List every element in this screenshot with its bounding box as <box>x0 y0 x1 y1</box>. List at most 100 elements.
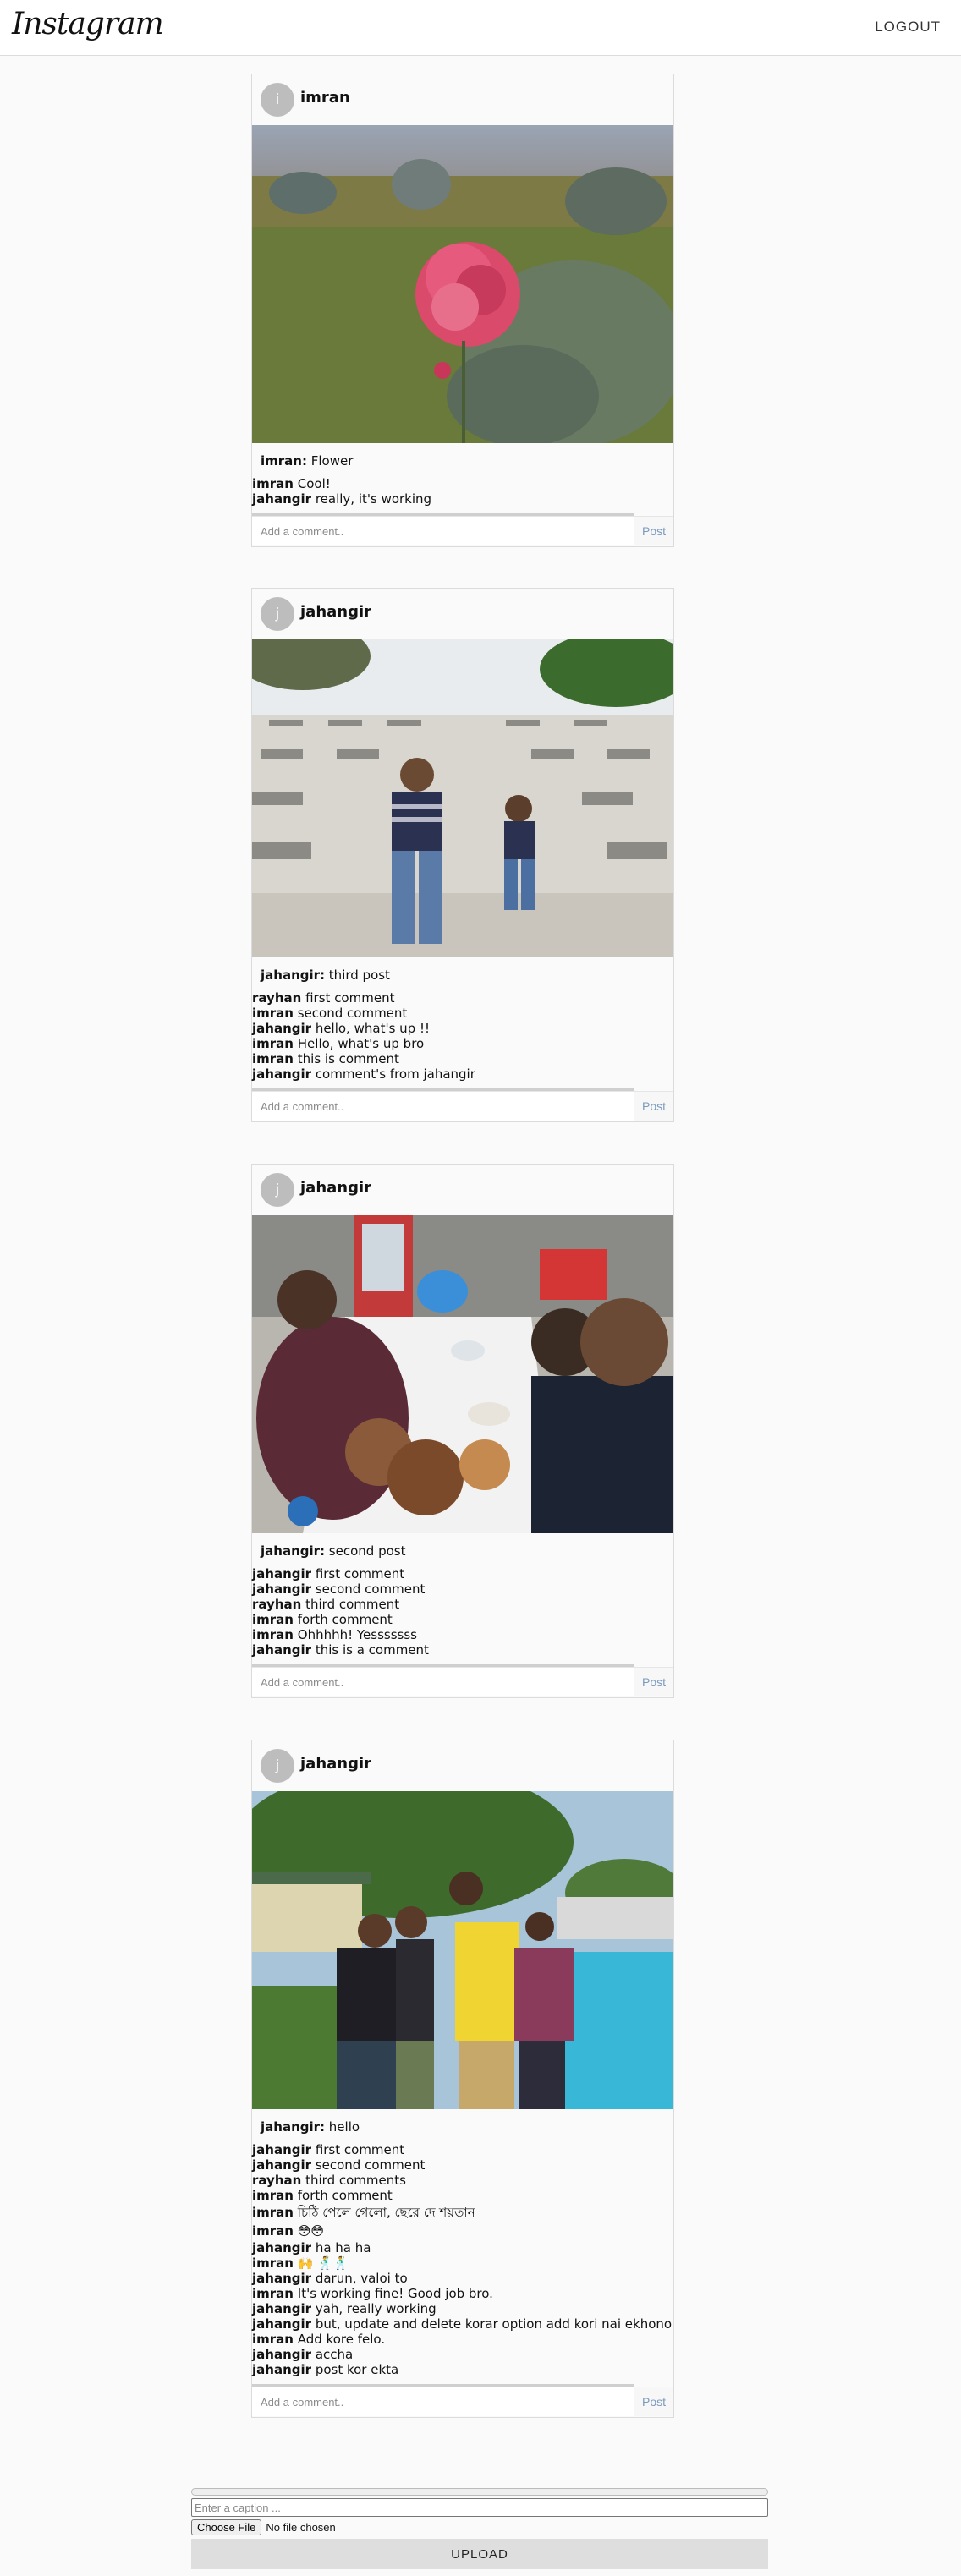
comment-text: forth comment <box>297 2188 393 2203</box>
comment-form: Post <box>252 1667 673 1697</box>
comment-item: imran Add kore felo. <box>252 2332 673 2347</box>
comment-list: imran Cool! jahangir really, it's workin… <box>252 469 673 507</box>
comment-item: imran Hello, what's up bro <box>252 1036 673 1051</box>
comment-text: Hello, what's up bro <box>297 1036 425 1051</box>
comment-text: third comments <box>305 2173 406 2188</box>
comment-user: jahangir <box>252 491 312 507</box>
post-comment-button[interactable]: Post <box>634 517 673 545</box>
comment-text: 😳😳 <box>297 2223 325 2239</box>
comment-item: jahangir hello, what's up !! <box>252 1021 673 1036</box>
upload-progress-bar <box>191 2488 768 2496</box>
logout-button[interactable]: LOGOUT <box>875 19 941 36</box>
caption-username: imran: <box>261 453 307 469</box>
avatar: j <box>261 597 294 631</box>
comment-item: jahangir this is a comment <box>252 1642 673 1658</box>
comment-item: jahangir ha ha ha <box>252 2240 673 2255</box>
comment-text: second comment <box>315 2157 426 2173</box>
post-card: j jahangir jahangir: hello jahangir firs… <box>251 1740 674 2418</box>
comment-user: jahangir <box>252 1642 312 1658</box>
comment-text: third comment <box>305 1597 400 1612</box>
post-image-rose <box>252 125 673 443</box>
comment-text: second comment <box>297 1006 408 1021</box>
comment-text: post kor ekta <box>315 2362 399 2377</box>
comment-user: imran <box>252 2286 294 2301</box>
instagram-logo[interactable]: Instagram <box>12 7 164 41</box>
comment-input[interactable] <box>252 2387 634 2416</box>
comment-text: darun, valoi to <box>315 2271 408 2286</box>
caption-input[interactable] <box>191 2498 768 2517</box>
post-username[interactable]: jahangir <box>300 1179 371 1197</box>
comment-user: rayhan <box>252 2173 302 2188</box>
post-comment-button[interactable]: Post <box>634 2387 673 2416</box>
post-username[interactable]: jahangir <box>300 1755 371 1773</box>
caption-text: third post <box>325 967 390 983</box>
comment-text: first comment <box>315 2142 405 2157</box>
comment-item: jahangir first comment <box>252 1566 673 1581</box>
comment-user: jahangir <box>252 1021 312 1036</box>
comment-form: Post <box>252 2387 673 2417</box>
comment-user: imran <box>252 1051 294 1066</box>
comment-item: imran Ohhhhh! Yesssssss <box>252 1627 673 1642</box>
comment-user: imran <box>252 2332 294 2347</box>
comment-user: imran <box>252 2205 294 2220</box>
comment-text: but, update and delete korar option add … <box>315 2316 673 2332</box>
comment-text: It's working fine! Good job bro. <box>297 2286 493 2301</box>
post-comment-button[interactable]: Post <box>634 1092 673 1121</box>
comment-text: Cool! <box>297 476 331 491</box>
caption-username: jahangir: <box>261 1543 326 1559</box>
comment-text: forth comment <box>297 1612 393 1627</box>
comment-user: jahangir <box>252 2271 312 2286</box>
comment-form: Post <box>252 516 673 546</box>
comment-user: jahangir <box>252 1581 312 1597</box>
post-header: j jahangir <box>252 1165 673 1215</box>
comment-user: imran <box>252 1612 294 1627</box>
comment-item: imran forth comment <box>252 1612 673 1627</box>
avatar: j <box>261 1749 294 1783</box>
top-header: Instagram LOGOUT <box>0 0 961 56</box>
comment-user: jahangir <box>252 2142 312 2157</box>
post-card: i imran imran: Flower imran Cool! jahang… <box>251 74 674 547</box>
comment-item: imran Cool! <box>252 476 673 491</box>
post-header: i imran <box>252 74 673 125</box>
comment-user: jahangir <box>252 2362 312 2377</box>
comment-item: jahangir second comment <box>252 1581 673 1597</box>
caption-text: Flower <box>306 453 354 469</box>
comment-text: first comment <box>315 1566 405 1581</box>
caption-username: jahangir: <box>261 967 326 983</box>
avatar: i <box>261 83 294 117</box>
comment-user: jahangir <box>252 2157 312 2173</box>
comment-user: imran <box>252 2223 294 2239</box>
comment-input[interactable] <box>252 1668 634 1696</box>
avatar: j <box>261 1173 294 1207</box>
upload-form: Choose File No file chosen UPLOAD <box>191 2488 768 2569</box>
choose-file-button[interactable]: Choose File <box>191 2518 262 2535</box>
comment-input[interactable] <box>252 1092 634 1121</box>
caption-text: second post <box>325 1543 406 1559</box>
comment-user: imran <box>252 1627 294 1642</box>
comment-item: imran চিঠি পেলে গেলো, ছেরে দে শয়তান <box>252 2203 673 2222</box>
comment-text: 🙌 🕺🕺 <box>297 2255 349 2271</box>
post-caption: jahangir: third post <box>252 957 673 983</box>
comment-user: jahangir <box>252 1066 312 1082</box>
comment-item: jahangir really, it's working <box>252 491 673 507</box>
comment-text: comment's from jahangir <box>315 1066 475 1082</box>
file-status-label: No file chosen <box>266 2520 336 2534</box>
comment-item: jahangir darun, valoi to <box>252 2271 673 2286</box>
caption-text: hello <box>325 2119 360 2135</box>
comment-user: imran <box>252 476 294 491</box>
comment-text: yah, really working <box>315 2301 437 2316</box>
post-caption: jahangir: hello <box>252 2109 673 2135</box>
comment-item: jahangir comment's from jahangir <box>252 1066 673 1082</box>
comment-text: accha <box>315 2347 354 2362</box>
comment-text: this is comment <box>297 1051 399 1066</box>
post-username[interactable]: jahangir <box>300 603 371 621</box>
comment-item: jahangir but, update and delete korar op… <box>252 2316 673 2332</box>
comment-text: Add kore felo. <box>297 2332 386 2347</box>
upload-button[interactable]: UPLOAD <box>191 2539 768 2569</box>
comment-user: imran <box>252 2255 294 2271</box>
post-username[interactable]: imran <box>300 89 350 107</box>
post-image-two-people <box>252 639 673 957</box>
comment-user: jahangir <box>252 2347 312 2362</box>
post-comment-button[interactable]: Post <box>634 1668 673 1696</box>
comment-input[interactable] <box>252 517 634 545</box>
